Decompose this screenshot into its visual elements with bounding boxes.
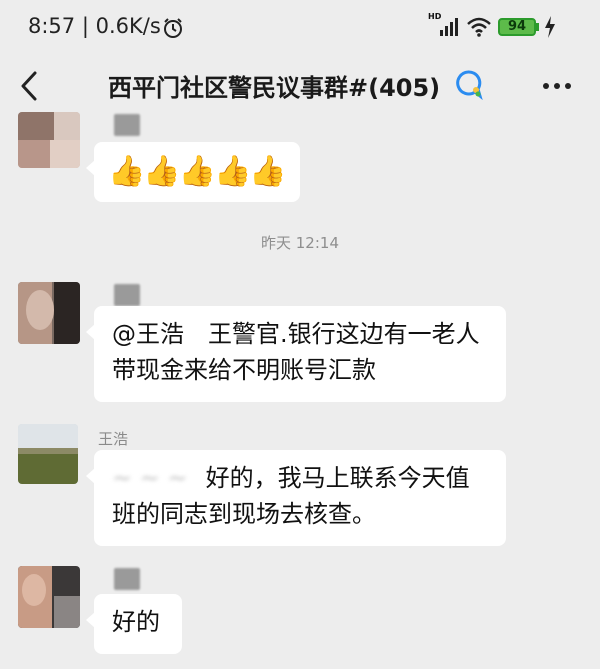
more-options-icon[interactable]	[542, 82, 572, 90]
message-text-line: 好的	[112, 608, 160, 636]
battery-icon: 94	[498, 18, 536, 36]
message-bubble[interactable]: ~ ~ ~ 好的，我马上联系今天值 班的同志到现场去核查。	[86, 450, 506, 546]
battery-tip	[536, 23, 539, 31]
sender-name: 王浩	[98, 430, 129, 448]
message-text-line: 带现金来给不明账号汇款	[112, 356, 376, 384]
message-text-line: @王浩 王警官.银行这边有一老人	[112, 320, 480, 348]
chat-title: 西平门社区警民议事群#(405)	[108, 74, 441, 102]
wifi-icon	[467, 17, 491, 37]
message-bubble[interactable]: @王浩 王警官.银行这边有一老人 带现金来给不明账号汇款	[86, 306, 506, 402]
emoji-text: 👍👍👍👍👍	[108, 154, 287, 189]
alarm-clock-icon	[164, 18, 182, 38]
timestamp: 昨天 12:14	[261, 234, 339, 252]
message-bubble[interactable]: 👍👍👍👍👍	[86, 142, 300, 202]
chat-header: 西平门社区警民议事群#(405)	[0, 56, 600, 116]
status-time: 8:57 | 0.6K/s	[28, 14, 161, 38]
avatar[interactable]	[18, 424, 78, 484]
avatar[interactable]	[18, 112, 80, 168]
message-text-line: 班的同志到现场去核查。	[112, 500, 376, 528]
sender-name-blurred	[114, 568, 140, 590]
sender-name-blurred	[114, 114, 140, 136]
blurred-mention: ~ ~ ~	[112, 464, 188, 492]
avatar[interactable]	[18, 282, 80, 344]
avatar[interactable]	[18, 566, 80, 628]
wechat-work-badge-icon	[456, 70, 483, 100]
status-bar: 8:57 | 0.6K/s HD 94	[0, 0, 600, 56]
cell-signal-icon	[440, 18, 458, 36]
charging-bolt-icon	[545, 16, 555, 38]
sender-name-blurred	[114, 284, 140, 306]
battery-level: 94	[507, 19, 527, 34]
message-text-line: 好的，我马上联系今天值	[205, 464, 470, 492]
message-bubble[interactable]: 好的	[86, 594, 182, 654]
back-arrow-icon[interactable]	[18, 70, 40, 102]
